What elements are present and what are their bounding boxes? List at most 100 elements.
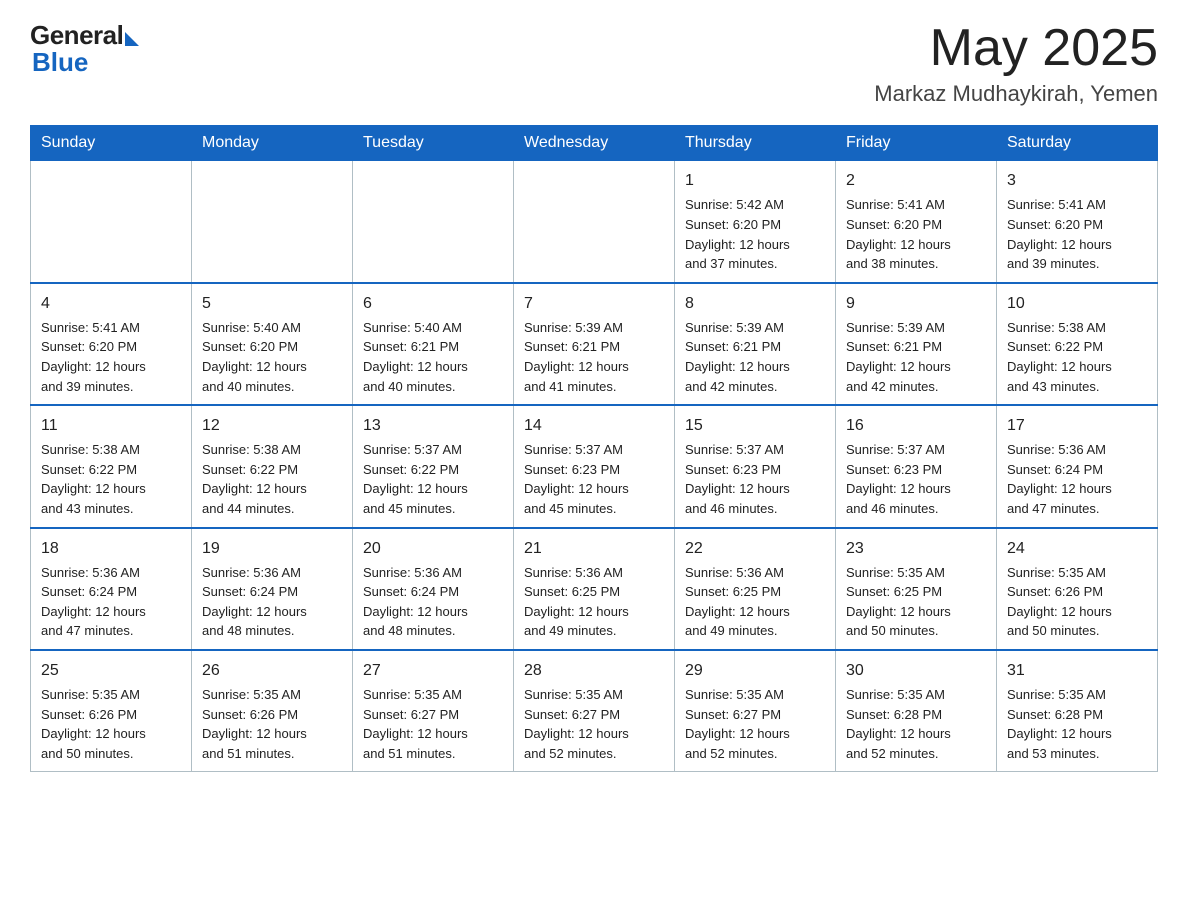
- day-info: Sunrise: 5:40 AM Sunset: 6:21 PM Dayligh…: [363, 320, 468, 394]
- title-block: May 2025 Markaz Mudhaykirah, Yemen: [874, 20, 1158, 107]
- table-row: 15 Sunrise: 5:37 AM Sunset: 6:23 PM Dayli…: [675, 405, 836, 527]
- day-info: Sunrise: 5:39 AM Sunset: 6:21 PM Dayligh…: [524, 320, 629, 394]
- col-thursday: Thursday: [675, 126, 836, 161]
- day-number: 17: [1007, 414, 1147, 437]
- day-info: Sunrise: 5:41 AM Sunset: 6:20 PM Dayligh…: [41, 320, 146, 394]
- calendar-table: Sunday Monday Tuesday Wednesday Thursday…: [30, 125, 1158, 772]
- table-row: 29Sunrise: 5:35 AM Sunset: 6:27 PM Dayli…: [675, 650, 836, 772]
- day-info: Sunrise: 5:40 AM Sunset: 6:20 PM Dayligh…: [202, 320, 307, 394]
- day-number: 13: [363, 414, 503, 437]
- day-number: 3: [1007, 169, 1147, 192]
- day-number: 31: [1007, 659, 1147, 682]
- day-number: 29: [685, 659, 825, 682]
- day-number: 22: [685, 537, 825, 560]
- table-row: 20 Sunrise: 5:36 AM Sunset: 6:24 PM Dayli…: [353, 528, 514, 650]
- calendar-week-row: 1 Sunrise: 5:42 AM Sunset: 6:20 PM Daylig…: [31, 161, 1158, 283]
- day-info: Sunrise: 5:35 AM Sunset: 6:27 PM Dayligh…: [524, 687, 629, 761]
- table-row: 25 Sunrise: 5:35 AM Sunset: 6:26 PM Dayli…: [31, 650, 192, 772]
- table-row: 3 Sunrise: 5:41 AM Sunset: 6:20 PM Daylig…: [997, 161, 1158, 283]
- location-subtitle: Markaz Mudhaykirah, Yemen: [874, 81, 1158, 107]
- table-row: 17 Sunrise: 5:36 AM Sunset: 6:24 PM Dayli…: [997, 405, 1158, 527]
- calendar-week-row: 4 Sunrise: 5:41 AM Sunset: 6:20 PM Daylig…: [31, 283, 1158, 405]
- day-info: Sunrise: 5:38 AM Sunset: 6:22 PM Dayligh…: [202, 442, 307, 516]
- day-number: 20: [363, 537, 503, 560]
- day-number: 1: [685, 169, 825, 192]
- day-number: 23: [846, 537, 986, 560]
- day-info: Sunrise: 5:37 AM Sunset: 6:23 PM Dayligh…: [846, 442, 951, 516]
- table-row: 16 Sunrise: 5:37 AM Sunset: 6:23 PM Dayli…: [836, 405, 997, 527]
- table-row: 4 Sunrise: 5:41 AM Sunset: 6:20 PM Daylig…: [31, 283, 192, 405]
- calendar-week-row: 18 Sunrise: 5:36 AM Sunset: 6:24 PM Dayli…: [31, 528, 1158, 650]
- col-monday: Monday: [192, 126, 353, 161]
- table-row: 24 Sunrise: 5:35 AM Sunset: 6:26 PM Dayli…: [997, 528, 1158, 650]
- logo-blue-text: Blue: [32, 47, 88, 78]
- day-number: 25: [41, 659, 181, 682]
- day-info: Sunrise: 5:38 AM Sunset: 6:22 PM Dayligh…: [1007, 320, 1112, 394]
- day-info: Sunrise: 5:36 AM Sunset: 6:25 PM Dayligh…: [685, 565, 790, 639]
- day-info: Sunrise: 5:35 AM Sunset: 6:26 PM Dayligh…: [202, 687, 307, 761]
- table-row: 9 Sunrise: 5:39 AM Sunset: 6:21 PM Daylig…: [836, 283, 997, 405]
- day-number: 11: [41, 414, 181, 437]
- table-row: 31Sunrise: 5:35 AM Sunset: 6:28 PM Dayli…: [997, 650, 1158, 772]
- day-number: 5: [202, 292, 342, 315]
- day-info: Sunrise: 5:36 AM Sunset: 6:24 PM Dayligh…: [363, 565, 468, 639]
- table-row: 5 Sunrise: 5:40 AM Sunset: 6:20 PM Daylig…: [192, 283, 353, 405]
- day-info: Sunrise: 5:37 AM Sunset: 6:23 PM Dayligh…: [685, 442, 790, 516]
- day-info: Sunrise: 5:35 AM Sunset: 6:26 PM Dayligh…: [41, 687, 146, 761]
- page-header: General Blue May 2025 Markaz Mudhaykirah…: [30, 20, 1158, 107]
- table-row: 11Sunrise: 5:38 AM Sunset: 6:22 PM Dayli…: [31, 405, 192, 527]
- table-row: 23 Sunrise: 5:35 AM Sunset: 6:25 PM Dayli…: [836, 528, 997, 650]
- day-number: 12: [202, 414, 342, 437]
- table-row: 18Sunrise: 5:36 AM Sunset: 6:24 PM Dayli…: [31, 528, 192, 650]
- day-number: 9: [846, 292, 986, 315]
- day-info: Sunrise: 5:36 AM Sunset: 6:24 PM Dayligh…: [1007, 442, 1112, 516]
- table-row: 2 Sunrise: 5:41 AM Sunset: 6:20 PM Daylig…: [836, 161, 997, 283]
- day-number: 10: [1007, 292, 1147, 315]
- day-number: 26: [202, 659, 342, 682]
- table-row: 8 Sunrise: 5:39 AM Sunset: 6:21 PM Daylig…: [675, 283, 836, 405]
- table-row: 7Sunrise: 5:39 AM Sunset: 6:21 PM Daylig…: [514, 283, 675, 405]
- day-number: 2: [846, 169, 986, 192]
- day-info: Sunrise: 5:39 AM Sunset: 6:21 PM Dayligh…: [846, 320, 951, 394]
- table-row: 6 Sunrise: 5:40 AM Sunset: 6:21 PM Daylig…: [353, 283, 514, 405]
- day-number: 14: [524, 414, 664, 437]
- day-info: Sunrise: 5:41 AM Sunset: 6:20 PM Dayligh…: [846, 197, 951, 271]
- table-row: 13Sunrise: 5:37 AM Sunset: 6:22 PM Dayli…: [353, 405, 514, 527]
- day-info: Sunrise: 5:39 AM Sunset: 6:21 PM Dayligh…: [685, 320, 790, 394]
- day-number: 4: [41, 292, 181, 315]
- day-number: 28: [524, 659, 664, 682]
- logo: General Blue: [30, 20, 139, 78]
- day-info: Sunrise: 5:35 AM Sunset: 6:25 PM Dayligh…: [846, 565, 951, 639]
- day-number: 6: [363, 292, 503, 315]
- table-row: 26 Sunrise: 5:35 AM Sunset: 6:26 PM Dayli…: [192, 650, 353, 772]
- calendar-week-row: 25 Sunrise: 5:35 AM Sunset: 6:26 PM Dayli…: [31, 650, 1158, 772]
- table-row: 1 Sunrise: 5:42 AM Sunset: 6:20 PM Daylig…: [675, 161, 836, 283]
- table-row: 21Sunrise: 5:36 AM Sunset: 6:25 PM Dayli…: [514, 528, 675, 650]
- day-number: 15: [685, 414, 825, 437]
- table-row: 27Sunrise: 5:35 AM Sunset: 6:27 PM Dayli…: [353, 650, 514, 772]
- month-year-title: May 2025: [874, 20, 1158, 77]
- table-row: 14 Sunrise: 5:37 AM Sunset: 6:23 PM Dayli…: [514, 405, 675, 527]
- col-saturday: Saturday: [997, 126, 1158, 161]
- table-row: 10 Sunrise: 5:38 AM Sunset: 6:22 PM Dayli…: [997, 283, 1158, 405]
- logo-triangle-icon: [125, 32, 139, 46]
- day-info: Sunrise: 5:35 AM Sunset: 6:28 PM Dayligh…: [846, 687, 951, 761]
- day-info: Sunrise: 5:35 AM Sunset: 6:26 PM Dayligh…: [1007, 565, 1112, 639]
- col-friday: Friday: [836, 126, 997, 161]
- col-wednesday: Wednesday: [514, 126, 675, 161]
- calendar-week-row: 11 Sunrise: 5:38 AM Sunset: 6:22 PM Dayli…: [31, 405, 1158, 527]
- day-info: Sunrise: 5:41 AM Sunset: 6:20 PM Dayligh…: [1007, 197, 1112, 271]
- day-number: 8: [685, 292, 825, 315]
- table-row: [353, 161, 514, 283]
- table-row: [31, 161, 192, 283]
- day-number: 19: [202, 537, 342, 560]
- day-info: Sunrise: 5:36 AM Sunset: 6:24 PM Dayligh…: [202, 565, 307, 639]
- table-row: 19 Sunrise: 5:36 AM Sunset: 6:24 PM Dayli…: [192, 528, 353, 650]
- day-number: 18: [41, 537, 181, 560]
- day-number: 24: [1007, 537, 1147, 560]
- day-info: Sunrise: 5:37 AM Sunset: 6:23 PM Dayligh…: [524, 442, 629, 516]
- day-info: Sunrise: 5:42 AM Sunset: 6:20 PM Dayligh…: [685, 197, 790, 271]
- day-info: Sunrise: 5:35 AM Sunset: 6:27 PM Dayligh…: [363, 687, 468, 761]
- day-number: 21: [524, 537, 664, 560]
- day-number: 16: [846, 414, 986, 437]
